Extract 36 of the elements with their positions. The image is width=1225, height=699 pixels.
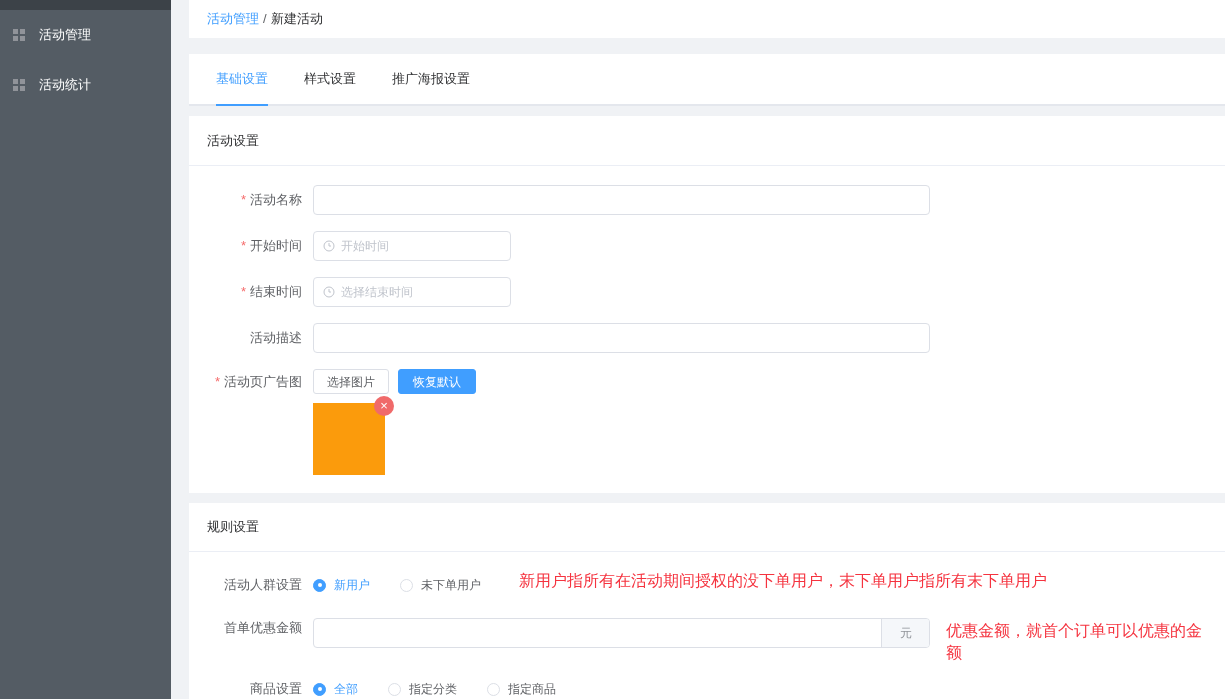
required-mark: *	[214, 372, 220, 391]
unit-suffix: 元	[881, 619, 929, 647]
required-mark: *	[240, 283, 246, 302]
clock-icon	[323, 240, 335, 252]
breadcrumb-item: 新建活动	[270, 10, 323, 29]
sidebar-item[interactable]: 活动管理	[0, 10, 171, 60]
tab[interactable]: 推广海报设置	[392, 54, 470, 106]
radio-option[interactable]: 未下单用户	[400, 576, 481, 594]
annotation-text: 优惠金额，就首个订单可以优惠的金额	[946, 621, 1203, 663]
field-label: 结束时间	[250, 283, 302, 302]
field-label: 商品设置	[250, 680, 302, 699]
field-label: 开始时间	[250, 237, 302, 256]
field-label: 活动名称	[250, 191, 302, 210]
field-label: 活动人群设置	[224, 576, 302, 595]
required-mark: *	[240, 237, 246, 256]
annotation-text: 新用户指所有在活动期间授权的没下单用户，末下单用户指所有末下单用户	[519, 571, 1047, 591]
time-picker-field[interactable]: 选择结束时间	[313, 277, 511, 307]
banner-image-placeholder	[313, 403, 385, 475]
tab[interactable]: 样式设置	[304, 54, 356, 106]
required-mark: *	[240, 191, 246, 210]
breadcrumb-separator: /	[263, 10, 267, 29]
section-title: 活动设置	[207, 131, 259, 150]
clock-icon	[323, 286, 335, 298]
text-input-field[interactable]	[313, 185, 930, 215]
time-picker-field[interactable]: 开始时间	[313, 231, 511, 261]
grid-icon	[13, 79, 25, 91]
text-input-field[interactable]	[313, 323, 930, 353]
field-label: 活动描述	[250, 329, 302, 348]
grid-icon	[13, 29, 25, 41]
choose-image-button[interactable]: 选择图片	[313, 369, 389, 394]
radio-option[interactable]: 指定分类	[388, 680, 457, 698]
field-label: 活动页广告图	[224, 372, 302, 391]
section-title: 规则设置	[207, 518, 259, 537]
sidebar-item[interactable]: 活动统计	[0, 60, 171, 110]
radio-option[interactable]: 指定商品	[487, 680, 556, 698]
field-label: 首单优惠金额	[224, 619, 302, 637]
